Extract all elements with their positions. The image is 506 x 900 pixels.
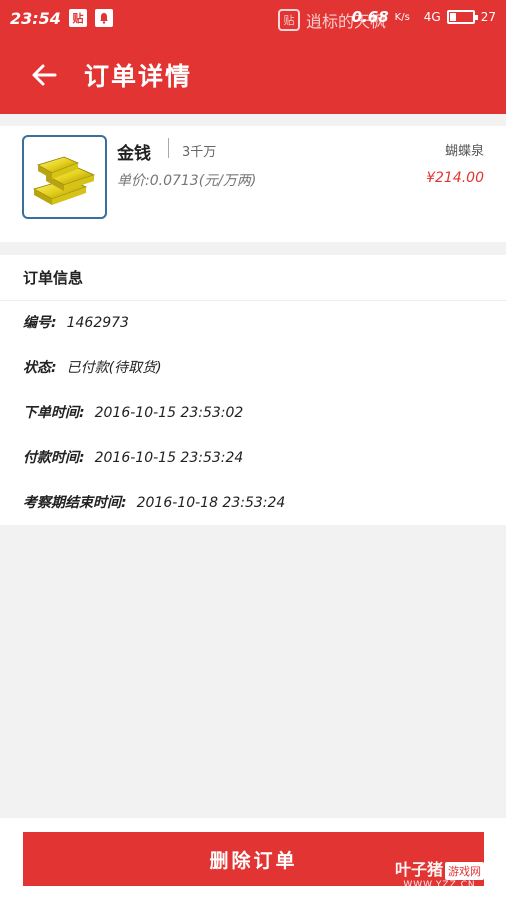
watermark-logo-icon: 贴 — [277, 9, 300, 31]
info-value: 2016-10-18 23:53:24 — [136, 495, 286, 511]
bell-icon — [94, 9, 113, 27]
app-bar: 订单详情 — [0, 36, 506, 114]
watermark-top: 贴 逍标的天枫 — [277, 8, 386, 32]
info-label: 考察期结束时间: — [23, 495, 127, 511]
product-name: 金钱 — [117, 144, 151, 164]
product-card: 金钱 3千万 单价:0.0713(元/万两) 蝴蝶泉 ¥214.00 — [0, 126, 506, 242]
battery-level: 27 — [480, 10, 496, 24]
divider — [168, 138, 169, 158]
info-value: 1462973 — [66, 315, 129, 331]
product-server: 蝴蝶泉 — [444, 144, 484, 159]
info-value: 2016-10-15 23:53:02 — [94, 405, 244, 421]
gold-bars-icon — [22, 135, 107, 219]
product-total: ¥214.00 — [426, 170, 484, 186]
back-arrow-icon[interactable] — [24, 55, 64, 95]
network-unit: K/s — [394, 11, 410, 23]
tieba-icon: 贴 — [68, 9, 87, 27]
order-info-section: 订单信息 编号: 1462973 状态: 已付款(待取货) 下单时间: 2016-10… — [0, 255, 506, 525]
info-label: 状态: — [23, 360, 57, 376]
battery-icon — [446, 10, 478, 24]
info-label: 下单时间: — [23, 405, 85, 421]
battery-fill — [449, 13, 457, 21]
watermark-tag: 游戏网 — [445, 862, 484, 880]
info-row-order-time: 下单时间: 2016-10-15 23:53:02 — [0, 391, 506, 436]
info-label: 编号: — [23, 315, 57, 331]
section-title: 订单信息 — [0, 255, 506, 301]
product-quantity: 3千万 — [182, 145, 217, 160]
status-bar: 23:54 贴 0.68 K/s 4G 27 — [0, 0, 506, 36]
product-unit-price: 单价:0.0713(元/万两) — [117, 173, 257, 189]
info-row-status: 状态: 已付款(待取货) — [0, 346, 506, 391]
status-time: 23:54 — [10, 8, 61, 28]
info-value: 已付款(待取货) — [66, 360, 162, 376]
info-row-pay-time: 付款时间: 2016-10-15 23:53:24 — [0, 436, 506, 481]
signal-indicator: 4G — [423, 10, 441, 24]
info-row-id: 编号: 1462973 — [0, 301, 506, 346]
watermark-brand: 叶子猪 — [394, 860, 443, 879]
info-value: 2016-10-15 23:53:24 — [94, 450, 244, 466]
watermark-top-text: 逍标的天枫 — [305, 12, 386, 31]
info-row-inspection-end: 考察期结束时间: 2016-10-18 23:53:24 — [0, 481, 506, 526]
watermark-bottom: 叶子猪 游戏网 WWW.YZZ.CN — [395, 856, 484, 890]
info-label: 付款时间: — [23, 450, 85, 466]
watermark-url: WWW.YZZ.CN — [403, 880, 476, 890]
page-title: 订单详情 — [84, 62, 193, 91]
